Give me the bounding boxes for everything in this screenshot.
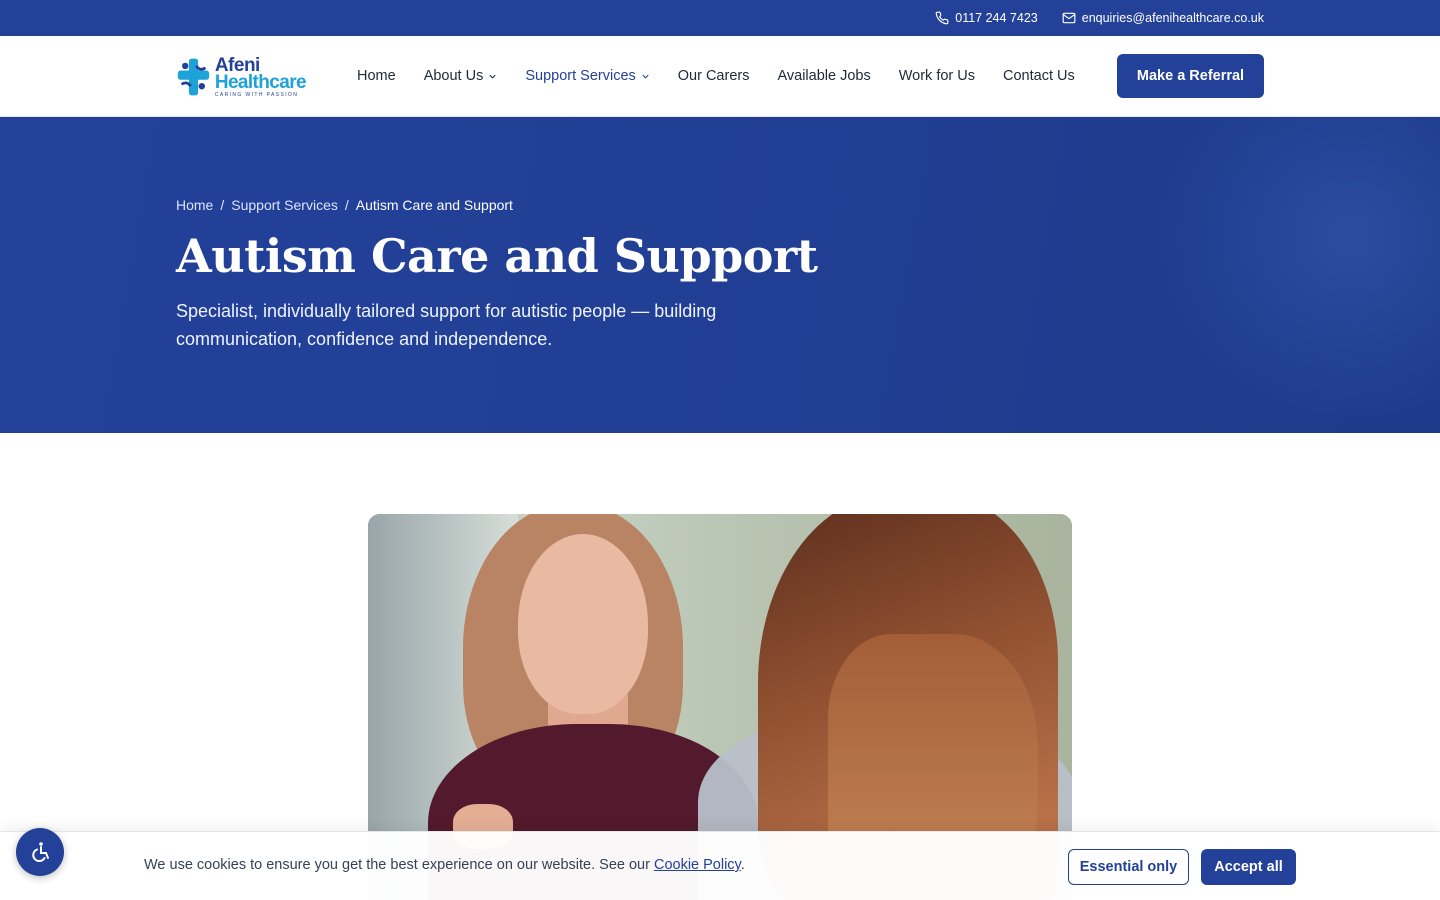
chevron-down-icon [642, 74, 649, 79]
nav-work-for-us[interactable]: Work for Us [899, 68, 975, 84]
email-link[interactable]: enquiries@afenihealthcare.co.uk [1062, 11, 1264, 25]
accept-all-button[interactable]: Accept all [1201, 849, 1296, 885]
accessibility-button[interactable] [16, 828, 64, 876]
phone-icon [935, 11, 949, 25]
make-referral-button[interactable]: Make a Referral [1117, 54, 1264, 98]
nav-work-for-us-label: Work for Us [898, 68, 976, 84]
mail-icon [1062, 12, 1076, 24]
nav-our-carers-label: Our Carers [677, 68, 750, 84]
nav-available-jobs[interactable]: Available Jobs [777, 68, 870, 84]
breadcrumb-separator: / [344, 197, 349, 213]
hero-banner: Home / Support Services / Autism Care an… [0, 117, 1440, 433]
cookie-policy-link[interactable]: Cookie Policy [654, 857, 741, 873]
cookie-message: We use cookies to ensure you get the bes… [144, 857, 745, 873]
nav-home-label: Home [357, 68, 396, 84]
logo-wordmark-healthcare: Healthcare [214, 72, 307, 93]
breadcrumb-current: Autism Care and Support [355, 197, 513, 213]
site-header: Afeni Healthcare CARING WITH PASSION Hom… [0, 36, 1440, 117]
breadcrumb-separator: / [220, 197, 225, 213]
essential-only-button[interactable]: Essential only [1068, 849, 1189, 885]
nav-support-services[interactable]: Support Services [525, 68, 649, 84]
hero-decoration [1140, 117, 1440, 417]
phone-link[interactable]: 0117 244 7423 [935, 11, 1038, 25]
nav-available-jobs-label: Available Jobs [777, 68, 871, 84]
nav-our-carers[interactable]: Our Carers [678, 68, 750, 84]
chevron-down-icon [489, 74, 496, 79]
main-nav: Home About Us Support Services Our Carer… [357, 36, 1075, 116]
page-title: Autism Care and Support [176, 229, 818, 283]
email-address: enquiries@afenihealthcare.co.uk [1081, 11, 1264, 25]
nav-support-services-label: Support Services [525, 68, 636, 84]
logo-tagline: CARING WITH PASSION [214, 92, 299, 98]
top-bar: 0117 244 7423 enquiries@afenihealthcare.… [0, 0, 1440, 36]
cookie-message-trail: . [740, 857, 745, 873]
logo[interactable]: Afeni Healthcare CARING WITH PASSION [176, 54, 307, 100]
cookie-banner: We use cookies to ensure you get the bes… [0, 831, 1440, 900]
nav-home[interactable]: Home [357, 68, 396, 84]
breadcrumb: Home / Support Services / Autism Care an… [176, 197, 513, 213]
logo-cross-icon [177, 58, 210, 96]
accessibility-icon [32, 842, 49, 863]
nav-about-us-label: About Us [423, 68, 484, 84]
breadcrumb-home[interactable]: Home [176, 197, 213, 213]
phone-number: 0117 244 7423 [955, 11, 1038, 25]
nav-about-us[interactable]: About Us [424, 68, 498, 84]
cookie-message-text: We use cookies to ensure you get the bes… [144, 857, 654, 873]
nav-contact-us[interactable]: Contact Us [1003, 68, 1075, 84]
page-subtitle: Specialist, individually tailored suppor… [176, 301, 717, 349]
breadcrumb-support-services[interactable]: Support Services [231, 197, 338, 213]
nav-contact-us-label: Contact Us [1003, 68, 1075, 84]
